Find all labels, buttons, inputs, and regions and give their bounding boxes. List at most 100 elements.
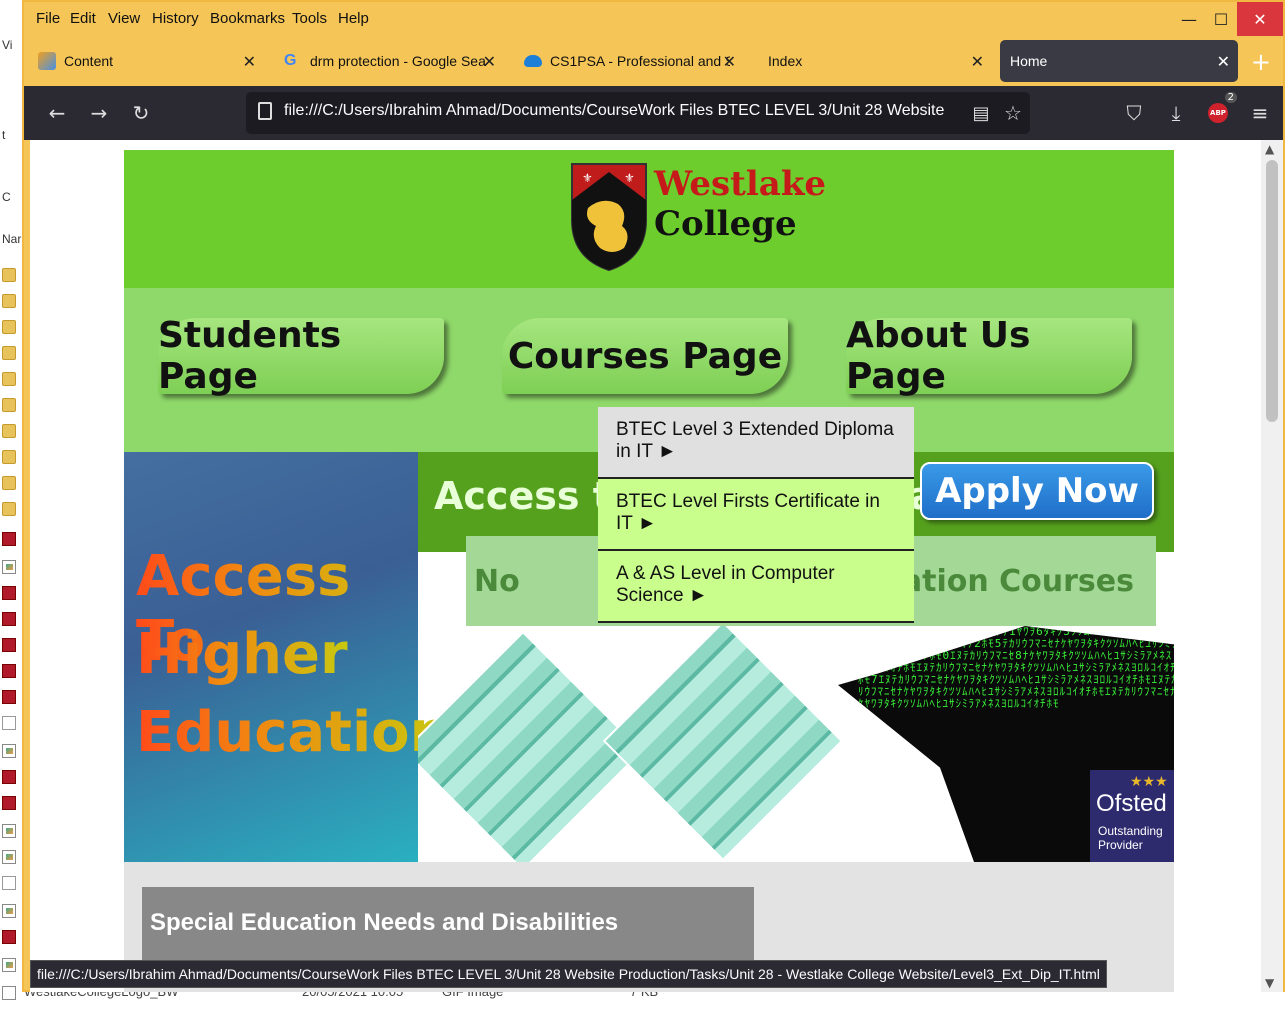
- file-icon[interactable]: [2, 690, 16, 704]
- campus-photo: [602, 626, 844, 862]
- college-name: Westlake College: [654, 164, 826, 244]
- tab-google-search[interactable]: G drm protection - Google Sea ✕: [264, 40, 504, 82]
- background-explorer-window: Vi t C Nar: [0, 0, 24, 1024]
- image-file-icon[interactable]: [2, 560, 16, 574]
- extension-badge: 2: [1224, 92, 1237, 103]
- dropdown-item-btec-level-3[interactable]: BTEC Level 3 Extended Diploma in IT ►: [598, 407, 914, 479]
- file-icon[interactable]: [2, 612, 16, 626]
- folder-icon[interactable]: [2, 268, 16, 282]
- folder-icon[interactable]: [2, 372, 16, 386]
- folder-icon[interactable]: [2, 398, 16, 412]
- tab-label: Home: [1010, 53, 1048, 69]
- image-file-icon[interactable]: [2, 904, 16, 918]
- pocket-icon[interactable]: ⛉: [1119, 98, 1149, 128]
- file-icon[interactable]: [2, 796, 16, 810]
- college-name-line-1: Westlake: [654, 164, 827, 204]
- tab-label: CS1PSA - Professional and Sc: [550, 53, 730, 69]
- tab-label: drm protection - Google Sea: [310, 53, 486, 69]
- close-tab-icon[interactable]: ✕: [971, 52, 984, 72]
- explorer-label: Vi: [2, 38, 13, 52]
- document-icon[interactable]: [2, 716, 16, 730]
- file-icon[interactable]: [2, 664, 16, 678]
- close-tab-icon[interactable]: ✕: [243, 52, 256, 72]
- about-us-page-button[interactable]: About Us Page: [846, 315, 1132, 397]
- courses-page-button[interactable]: Courses Page: [502, 318, 788, 394]
- sub-banner-left-text: No: [474, 564, 520, 599]
- folder-icon[interactable]: [2, 320, 16, 334]
- close-window-button[interactable]: ✕: [1237, 2, 1283, 36]
- bookmark-star-icon[interactable]: ☆: [998, 98, 1028, 128]
- navigation-toolbar: ← → ↻ file:///C:/Users/Ibrahim Ahmad/Doc…: [24, 86, 1283, 140]
- close-tab-icon[interactable]: ✕: [1217, 52, 1230, 72]
- minimize-button[interactable]: —: [1173, 2, 1205, 36]
- vertical-scrollbar[interactable]: ▲ ▼: [1261, 140, 1283, 992]
- image-file-icon[interactable]: [2, 744, 16, 758]
- folder-icon[interactable]: [2, 476, 16, 490]
- url-text[interactable]: file:///C:/Users/Ibrahim Ahmad/Documents…: [284, 102, 944, 120]
- file-icon[interactable]: [2, 532, 16, 546]
- maximize-button[interactable]: ☐: [1205, 2, 1237, 36]
- menu-edit[interactable]: Edit: [70, 10, 96, 27]
- ofsted-title: Ofsted: [1096, 790, 1167, 817]
- image-file-icon: [2, 986, 16, 1000]
- westlake-website: ⚜ ⚜ Westlake College Students Page Cours…: [124, 150, 1174, 992]
- google-icon: G: [284, 52, 297, 69]
- hero-line: Higher: [136, 622, 348, 687]
- folder-icon[interactable]: [2, 450, 16, 464]
- close-tab-icon[interactable]: ✕: [723, 52, 736, 72]
- menu-view[interactable]: View: [108, 10, 140, 27]
- reload-button[interactable]: ↻: [126, 98, 156, 128]
- new-tab-button[interactable]: +: [1251, 48, 1271, 76]
- forward-button[interactable]: →: [84, 98, 114, 128]
- scrollbar-thumb[interactable]: [1266, 160, 1278, 422]
- tab-index[interactable]: Index ✕: [754, 40, 992, 82]
- close-tab-icon[interactable]: ✕: [483, 52, 496, 72]
- firefox-window: File Edit View History Bookmarks Tools H…: [22, 0, 1285, 992]
- courses-dropdown-menu: BTEC Level 3 Extended Diploma in IT ► BT…: [598, 407, 914, 623]
- page-icon: [258, 102, 272, 120]
- edit-page-icon: [38, 52, 56, 70]
- site-header: ⚜ ⚜ Westlake College: [124, 150, 1174, 288]
- hero-text-panel: Access To Higher Education: [124, 452, 450, 862]
- document-icon[interactable]: [2, 876, 16, 890]
- abp-icon: ABP: [1208, 103, 1228, 123]
- folder-icon[interactable]: [2, 294, 16, 308]
- adblock-extension-icon[interactable]: ABP 2: [1203, 92, 1237, 128]
- menu-bookmarks[interactable]: Bookmarks: [210, 10, 285, 27]
- back-button[interactable]: ←: [42, 98, 72, 128]
- apply-now-button[interactable]: Apply Now: [920, 462, 1154, 520]
- image-file-icon[interactable]: [2, 824, 16, 838]
- hamburger-menu-icon[interactable]: ≡: [1245, 98, 1275, 128]
- address-bar[interactable]: file:///C:/Users/Ibrahim Ahmad/Documents…: [246, 92, 1030, 134]
- ofsted-badge: ★★★ Ofsted Outstanding Provider: [1090, 770, 1174, 862]
- file-icon[interactable]: [2, 770, 16, 784]
- dropdown-item-btec-firsts[interactable]: BTEC Level Firsts Certificate in IT ►: [598, 479, 914, 551]
- dropdown-item-a-level[interactable]: A & AS Level in Computer Science ►: [598, 551, 914, 623]
- college-crest-logo[interactable]: ⚜ ⚜: [568, 160, 650, 272]
- menu-tools[interactable]: Tools: [292, 10, 327, 27]
- tab-content[interactable]: Content ✕: [24, 40, 264, 82]
- ofsted-stars: ★★★: [1130, 774, 1168, 790]
- folder-icon[interactable]: [2, 424, 16, 438]
- file-icon[interactable]: [2, 586, 16, 600]
- tab-cs1psa[interactable]: CS1PSA - Professional and Sc ✕: [504, 40, 744, 82]
- folder-icon[interactable]: [2, 502, 16, 516]
- menu-help[interactable]: Help: [338, 10, 369, 27]
- explorer-label: t: [2, 128, 6, 142]
- image-file-icon[interactable]: [2, 850, 16, 864]
- scroll-up-arrow-icon[interactable]: ▲: [1265, 142, 1274, 156]
- image-file-icon[interactable]: [2, 958, 16, 972]
- downloads-icon[interactable]: ⤓: [1161, 98, 1191, 128]
- reader-view-icon[interactable]: ▤: [966, 98, 996, 128]
- students-page-button[interactable]: Students Page: [158, 315, 444, 397]
- menu-bar: File Edit View History Bookmarks Tools H…: [24, 2, 1283, 36]
- menu-history[interactable]: History: [152, 10, 199, 27]
- scroll-down-arrow-icon[interactable]: ▼: [1265, 976, 1274, 990]
- tab-label: Content: [64, 53, 114, 69]
- tab-home[interactable]: Home ✕: [1000, 40, 1238, 82]
- menu-file[interactable]: File: [36, 10, 60, 27]
- file-icon[interactable]: [2, 638, 16, 652]
- college-name-line-2: College: [654, 204, 797, 244]
- folder-icon[interactable]: [2, 346, 16, 360]
- file-icon[interactable]: [2, 930, 16, 944]
